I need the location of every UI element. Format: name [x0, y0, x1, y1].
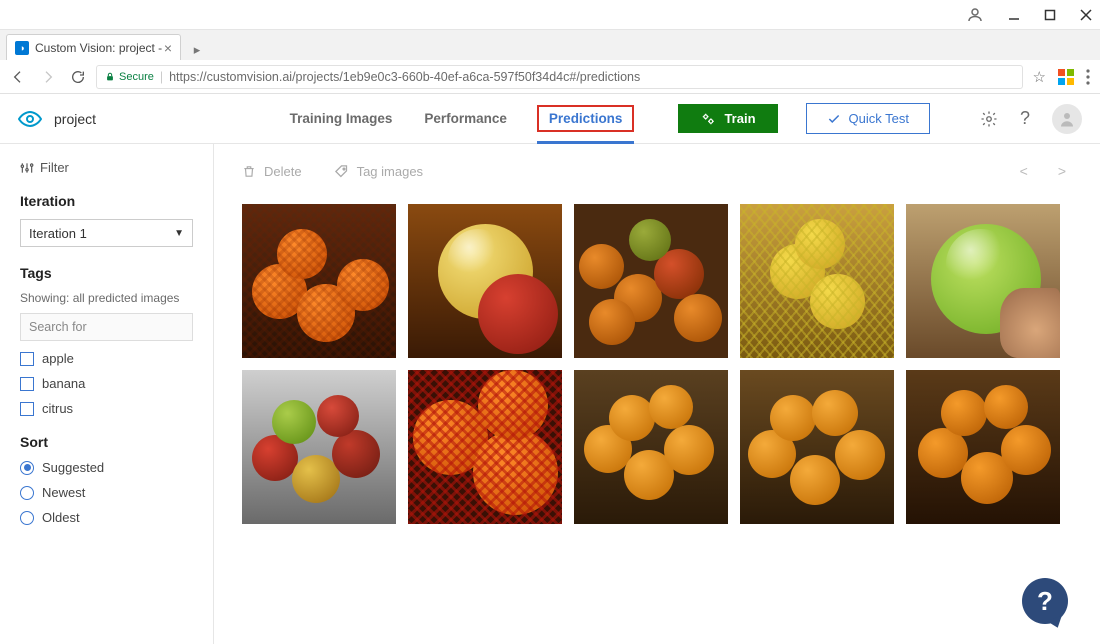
chrome-menu-icon[interactable] [1086, 69, 1090, 85]
sort-option-newest[interactable]: Newest [20, 485, 193, 500]
profile-icon[interactable] [966, 6, 984, 24]
pager-prev[interactable]: < [1020, 163, 1028, 179]
image-thumb[interactable] [242, 370, 396, 524]
image-thumb[interactable] [906, 370, 1060, 524]
pager-next[interactable]: > [1058, 163, 1066, 179]
tag-label: citrus [42, 401, 73, 416]
checkbox-icon [20, 352, 34, 366]
nav-performance[interactable]: Performance [422, 107, 509, 130]
tag-checkbox-apple[interactable]: apple [20, 351, 193, 366]
tag-images-label: Tag images [357, 164, 423, 179]
address-bar: Secure | https://customvision.ai/project… [0, 60, 1100, 94]
train-button[interactable]: Train [678, 104, 777, 133]
tab-close-icon[interactable]: × [164, 40, 172, 56]
tab-title: Custom Vision: project - [35, 41, 162, 55]
tag-checkbox-citrus[interactable]: citrus [20, 401, 193, 416]
filter-heading: Filter [20, 160, 193, 175]
checkbox-icon [20, 402, 34, 416]
new-tab-button[interactable]: ▸ [187, 40, 207, 60]
window-close-icon[interactable] [1080, 9, 1092, 21]
content-toolbar: Delete Tag images < > [242, 156, 1072, 186]
quick-test-label: Quick Test [849, 111, 909, 126]
sort-heading: Sort [20, 434, 193, 450]
chevron-down-icon: ▼ [174, 228, 184, 239]
check-icon [827, 112, 841, 126]
sliders-icon [20, 161, 34, 175]
tags-search-input[interactable]: Search for [20, 313, 193, 341]
tags-heading: Tags [20, 265, 193, 281]
iteration-select[interactable]: Iteration 1 ▼ [20, 219, 193, 247]
quick-test-button[interactable]: Quick Test [806, 103, 930, 134]
nav-predictions[interactable]: Predictions [537, 105, 635, 132]
gears-icon [700, 112, 716, 126]
lock-icon [105, 71, 115, 83]
bookmark-star-icon[interactable]: ☆ [1033, 68, 1046, 86]
window-minimize-icon[interactable] [1008, 9, 1020, 21]
browser-tab[interactable]: ◑ Custom Vision: project - × [6, 34, 181, 60]
secure-label: Secure [119, 71, 154, 83]
pager: < > [1020, 163, 1072, 179]
sort-label: Suggested [42, 460, 104, 475]
favicon-icon: ◑ [15, 41, 29, 55]
help-icon[interactable]: ? [1020, 108, 1030, 129]
image-thumb[interactable] [574, 370, 728, 524]
url-text: https://customvision.ai/projects/1eb9e0c… [169, 70, 640, 84]
sort-option-oldest[interactable]: Oldest [20, 510, 193, 525]
window-maximize-icon[interactable] [1044, 9, 1056, 21]
sidebar: Filter Iteration Iteration 1 ▼ Tags Show… [0, 144, 214, 644]
tag-label: apple [42, 351, 74, 366]
radio-icon [20, 511, 34, 525]
filter-label: Filter [40, 160, 69, 175]
image-thumb[interactable] [242, 204, 396, 358]
window-controls [0, 0, 1100, 30]
trash-icon [242, 164, 256, 179]
image-thumb[interactable] [408, 370, 562, 524]
help-chat-button[interactable]: ? [1022, 578, 1068, 624]
secure-badge: Secure [105, 71, 154, 83]
customvision-logo-icon [18, 111, 42, 127]
tags-search-placeholder: Search for [29, 320, 87, 334]
image-thumb[interactable] [740, 370, 894, 524]
image-thumb[interactable] [740, 204, 894, 358]
delete-button[interactable]: Delete [242, 164, 302, 179]
image-thumb[interactable] [906, 204, 1060, 358]
windows-flag-icon[interactable] [1058, 69, 1074, 85]
iteration-selected-value: Iteration 1 [29, 226, 87, 241]
app-header: project Training Images Performance Pred… [0, 94, 1100, 144]
nav-reload-icon[interactable] [70, 69, 86, 85]
tag-label: banana [42, 376, 85, 391]
sort-option-suggested[interactable]: Suggested [20, 460, 193, 475]
tag-icon [334, 164, 349, 179]
image-thumb[interactable] [574, 204, 728, 358]
tag-checkbox-banana[interactable]: banana [20, 376, 193, 391]
train-button-label: Train [724, 111, 755, 126]
sort-label: Oldest [42, 510, 80, 525]
radio-icon [20, 461, 34, 475]
tags-showing-text: Showing: all predicted images [20, 291, 193, 305]
delete-label: Delete [264, 164, 302, 179]
tab-strip: ◑ Custom Vision: project - × ▸ [0, 30, 1100, 60]
image-thumb[interactable] [408, 204, 562, 358]
iteration-heading: Iteration [20, 193, 193, 209]
radio-icon [20, 486, 34, 500]
nav-forward-icon [40, 69, 56, 85]
nav-training-images[interactable]: Training Images [288, 107, 395, 130]
url-field[interactable]: Secure | https://customvision.ai/project… [96, 65, 1023, 89]
nav-back-icon[interactable] [10, 69, 26, 85]
main-nav: Training Images Performance Predictions … [288, 103, 1082, 134]
checkbox-icon [20, 377, 34, 391]
settings-gear-icon[interactable] [980, 110, 998, 128]
sort-label: Newest [42, 485, 85, 500]
project-name: project [54, 111, 96, 127]
image-grid [242, 204, 1072, 524]
user-avatar[interactable] [1052, 104, 1082, 134]
main-content: Delete Tag images < > [214, 144, 1100, 644]
tag-images-button[interactable]: Tag images [334, 164, 423, 179]
